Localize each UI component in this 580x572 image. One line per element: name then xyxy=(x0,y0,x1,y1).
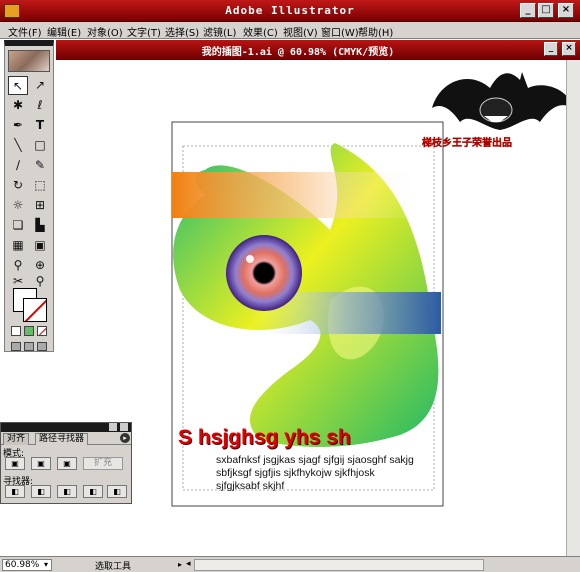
crop-button[interactable]: ◧ xyxy=(83,485,103,498)
panel-menu-icon[interactable]: ▸ xyxy=(120,433,130,443)
maximize-button[interactable]: □ xyxy=(538,3,554,18)
doc-close-button[interactable]: × xyxy=(562,42,576,56)
menu-file[interactable]: 文件(F) xyxy=(8,24,42,39)
panel-close-icon[interactable] xyxy=(120,423,128,431)
subtract-from-shape-button[interactable]: ▣ xyxy=(31,457,51,470)
scale-tool-icon[interactable]: ⬚ xyxy=(30,176,50,195)
merge-button[interactable]: ◧ xyxy=(57,485,77,498)
outline-button[interactable]: ◧ xyxy=(107,485,127,498)
pen-tool-icon[interactable]: ✒ xyxy=(8,116,28,135)
vertical-scrollbar[interactable] xyxy=(566,60,580,556)
stroke-color-swatch[interactable] xyxy=(23,298,47,322)
app-titlebar: Adobe Illustrator _ □ × xyxy=(0,0,580,22)
app-title: Adobe Illustrator xyxy=(225,4,355,17)
menu-window[interactable]: 窗口(W) xyxy=(321,24,359,39)
paintbrush-tool-icon[interactable]: ∕ xyxy=(8,156,28,175)
gradient-tool-icon[interactable]: ▣ xyxy=(30,236,50,255)
doc-minimize-button[interactable]: _ xyxy=(544,42,558,56)
menu-bar: 文件(F) 编辑(E) 对象(O) 文字(T) 选择(S) 滤镜(L) 效果(C… xyxy=(0,22,580,39)
line-tool-icon[interactable]: ╲ xyxy=(8,136,28,155)
tab-pathfinder[interactable]: 路径寻找器 xyxy=(35,433,89,445)
direct-selection-tool-icon[interactable]: ↗ xyxy=(30,76,50,95)
menu-type[interactable]: 文字(T) xyxy=(127,24,161,39)
gradient-mode-button[interactable] xyxy=(24,326,34,336)
trim-button[interactable]: ◧ xyxy=(31,485,51,498)
magic-wand-tool-icon[interactable]: ✱ xyxy=(8,96,28,115)
selection-tool-icon[interactable]: ↖ xyxy=(8,76,28,95)
current-tool-display[interactable]: 选取工具 xyxy=(95,559,131,572)
type-tool-icon[interactable]: T xyxy=(30,116,50,135)
lasso-tool-icon[interactable]: ℓ xyxy=(30,96,50,115)
status-bar: 60.98% ▾ 选取工具 ▸ ◂ xyxy=(0,556,580,572)
screen-mode-3-button[interactable] xyxy=(37,342,47,351)
panel-header[interactable] xyxy=(1,423,131,432)
menu-edit[interactable]: 编辑(E) xyxy=(47,24,81,39)
watermark-logo xyxy=(432,72,572,130)
menu-filter[interactable]: 滤镜(L) xyxy=(203,24,236,39)
rectangle-tool-icon[interactable]: □ xyxy=(30,136,50,155)
warp-tool-icon[interactable]: ☼ xyxy=(8,196,28,215)
artwork-body-text[interactable]: sxbafnksf jsgjkas sjagf sjfgij sjaosghf … xyxy=(216,454,414,493)
body-line: sxbafnksf jsgjkas sjagf sjfgij sjaosghf … xyxy=(216,454,414,466)
tool-preview-thumbnail xyxy=(8,50,50,72)
document-titlebar: 我的插图-1.ai @ 60.98% (CMYK/预览) _ × xyxy=(56,40,580,60)
none-mode-button[interactable] xyxy=(37,326,47,336)
menu-object[interactable]: 对象(O) xyxy=(87,24,123,39)
zoom-dropdown-icon[interactable]: ▾ xyxy=(44,560,48,569)
menu-select[interactable]: 选择(S) xyxy=(165,24,199,39)
watermark-text: 梯枝乡王子荣誉出品 xyxy=(422,138,512,149)
tab-align[interactable]: 对齐 xyxy=(3,433,30,445)
add-to-shape-button[interactable]: ▣ xyxy=(5,457,25,470)
artwork-heading[interactable]: S hsjghsg yhs sh xyxy=(178,426,351,450)
screen-mode-2-button[interactable] xyxy=(24,342,34,351)
menu-help[interactable]: 帮助(H) xyxy=(358,24,393,39)
mesh-tool-icon[interactable]: ▦ xyxy=(8,236,28,255)
minimize-button[interactable]: _ xyxy=(520,3,536,18)
artboard-canvas[interactable]: 梯枝乡王子荣誉出品 S hsjghsg yhs sh sxbafnksf jsg… xyxy=(56,60,572,556)
tools-palette: ↖ ↗ ✱ ℓ ✒ T ╲ □ ∕ ✎ ↻ ⬚ ☼ ⊞ ❏ ▙ ▦ ▣ ⚲ ⊕ … xyxy=(4,40,54,352)
document-title: 我的插图-1.ai @ 60.98% (CMYK/预览) xyxy=(201,47,395,58)
pencil-tool-icon[interactable]: ✎ xyxy=(30,156,50,175)
scroll-left-icon[interactable]: ◂ xyxy=(186,559,191,569)
close-button[interactable]: × xyxy=(558,3,574,18)
color-mode-button[interactable] xyxy=(11,326,21,336)
panel-tabs: 对齐 路径寻找器 ▸ xyxy=(1,432,131,445)
divide-button[interactable]: ◧ xyxy=(5,485,25,498)
expand-button[interactable]: 扩充 xyxy=(83,457,123,470)
graph-tool-icon[interactable]: ▙ xyxy=(30,216,50,235)
rotate-tool-icon[interactable]: ↻ xyxy=(8,176,28,195)
free-transform-tool-icon[interactable]: ⊞ xyxy=(30,196,50,215)
symbol-sprayer-tool-icon[interactable]: ❏ xyxy=(8,216,28,235)
menu-effect[interactable]: 效果(C) xyxy=(243,24,278,39)
intersect-shape-button[interactable]: ▣ xyxy=(57,457,77,470)
pathfinder-panel: 对齐 路径寻找器 ▸ 模式: ▣ ▣ ▣ 扩充 寻找器: ◧ ◧ ◧ ◧ ◧ xyxy=(0,422,132,504)
status-dropdown-icon[interactable]: ▸ xyxy=(178,560,182,569)
menu-view[interactable]: 视图(V) xyxy=(283,24,318,39)
panel-minimize-icon[interactable] xyxy=(109,423,117,431)
body-line: sjfgjksabf skjhf xyxy=(216,480,285,492)
horizontal-scrollbar[interactable] xyxy=(194,559,484,571)
body-line: sbfjksgf sjgfjis sjkfhykojw sjkfhjosk xyxy=(216,467,375,479)
screen-mode-1-button[interactable] xyxy=(11,342,21,351)
